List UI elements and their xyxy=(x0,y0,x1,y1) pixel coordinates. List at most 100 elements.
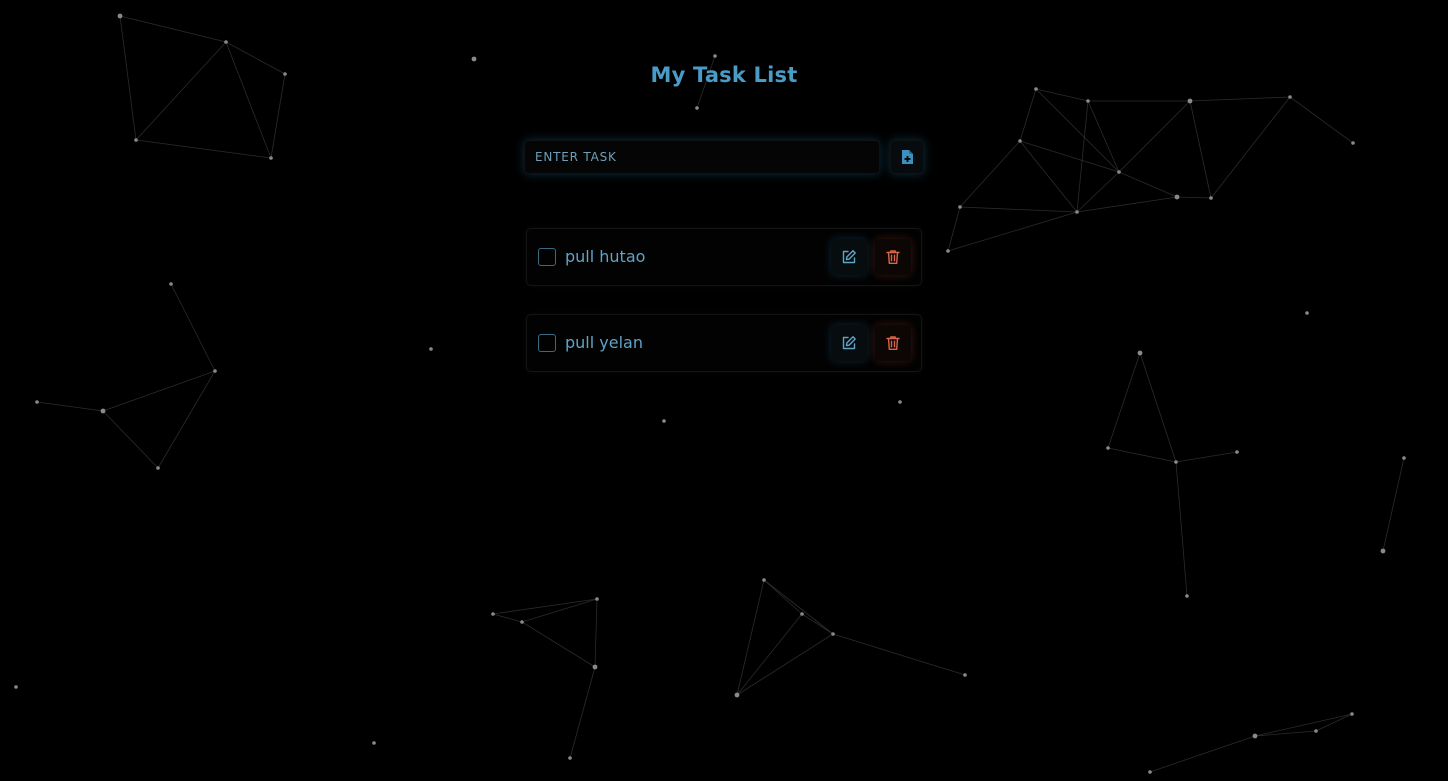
particle-dot xyxy=(1402,456,1406,460)
particle-dot xyxy=(1351,141,1355,145)
particle-link xyxy=(135,139,272,159)
delete-task-button[interactable] xyxy=(875,239,911,275)
particle-dot xyxy=(372,741,376,745)
task-input[interactable] xyxy=(524,140,880,174)
task-checkbox[interactable] xyxy=(538,248,556,266)
particle-dot xyxy=(35,400,39,404)
particle-link xyxy=(1076,196,1178,213)
particle-link xyxy=(1019,140,1120,173)
particle-dot xyxy=(762,578,766,582)
particle-link xyxy=(225,41,286,75)
particle-dot xyxy=(169,282,173,286)
particle-dot xyxy=(1137,350,1143,356)
particle-dot xyxy=(568,756,572,760)
particle-link xyxy=(119,15,227,43)
edit-task-button[interactable] xyxy=(831,239,867,275)
particle-dot xyxy=(1288,95,1292,99)
particle-link xyxy=(1035,88,1120,173)
particle-dot xyxy=(1252,733,1258,739)
particle-dot xyxy=(1305,311,1309,315)
delete-task-button[interactable] xyxy=(875,325,911,361)
particle-link xyxy=(102,410,159,469)
particle-dot xyxy=(14,685,18,689)
task-app: My Task List pull hutao xyxy=(524,56,924,372)
particle-link xyxy=(1139,352,1177,463)
trash-icon xyxy=(886,336,900,350)
particle-dot xyxy=(1209,196,1213,200)
add-task-button[interactable] xyxy=(890,140,924,174)
particle-link xyxy=(1035,88,1089,102)
particle-link xyxy=(135,41,227,141)
particle-dot xyxy=(831,632,835,636)
particle-link xyxy=(270,73,286,159)
particle-link xyxy=(1382,457,1405,552)
particle-dot xyxy=(946,249,950,253)
particle-link xyxy=(1254,730,1317,737)
particle-dot xyxy=(283,72,287,76)
particle-dot xyxy=(1117,170,1121,174)
particle-dot xyxy=(800,612,804,616)
particle-link xyxy=(1149,735,1256,773)
particle-dot xyxy=(963,673,967,677)
particle-link xyxy=(492,598,598,615)
particle-link xyxy=(1107,447,1177,463)
particle-link xyxy=(1118,171,1178,198)
task-text: pull hutao xyxy=(565,247,646,266)
particle-link xyxy=(832,633,966,676)
trash-icon xyxy=(886,250,900,264)
particle-dot xyxy=(898,400,902,404)
particle-dot xyxy=(1174,460,1178,464)
particle-link xyxy=(763,579,803,615)
particle-link xyxy=(1315,713,1353,732)
particle-link xyxy=(102,370,216,412)
particle-dot xyxy=(1380,548,1386,554)
particle-dot xyxy=(695,106,699,110)
particle-link xyxy=(119,15,137,141)
particle-dot xyxy=(1086,99,1090,103)
particle-dot xyxy=(958,205,962,209)
particle-link xyxy=(36,401,104,412)
particle-dot xyxy=(1174,194,1180,200)
task-list: pull hutao pull yelan xyxy=(526,228,922,400)
task-item: pull yelan xyxy=(526,314,922,372)
particle-link xyxy=(1289,96,1354,144)
edit-icon xyxy=(842,336,856,350)
particle-dot xyxy=(592,664,598,670)
file-plus-icon xyxy=(902,150,913,164)
particle-link xyxy=(521,621,596,668)
particle-dot xyxy=(1034,87,1038,91)
particle-link xyxy=(1019,88,1037,142)
edit-task-button[interactable] xyxy=(831,325,867,361)
particle-dot xyxy=(429,347,433,351)
page-title: My Task List xyxy=(650,63,798,87)
particle-link xyxy=(157,370,216,469)
particle-link xyxy=(947,206,961,252)
particle-link xyxy=(763,579,834,635)
particle-dot xyxy=(1018,139,1022,143)
particle-link xyxy=(1189,96,1291,102)
particle-link xyxy=(170,283,216,372)
task-checkbox[interactable] xyxy=(538,334,556,352)
particle-dot xyxy=(117,13,123,19)
particle-dot xyxy=(100,408,106,414)
particle-link xyxy=(736,633,834,696)
particle-dot xyxy=(1075,210,1079,214)
particle-link xyxy=(594,598,598,668)
page: My Task List pull hutao xyxy=(0,0,1448,781)
particle-dot xyxy=(595,597,599,601)
particle-link xyxy=(1076,171,1120,213)
particle-dot xyxy=(491,612,495,616)
particle-link xyxy=(801,613,834,635)
particle-link xyxy=(225,41,272,159)
particle-link xyxy=(492,613,523,623)
edit-icon xyxy=(842,250,856,264)
particle-link xyxy=(1107,352,1141,449)
particle-link xyxy=(1176,196,1212,199)
particle-link xyxy=(1254,713,1353,737)
add-task-form xyxy=(524,140,924,176)
particle-link xyxy=(1210,96,1291,199)
particle-link xyxy=(1175,461,1188,597)
particle-dot xyxy=(1148,770,1152,774)
particle-link xyxy=(947,211,1078,252)
particle-link xyxy=(1087,100,1120,173)
